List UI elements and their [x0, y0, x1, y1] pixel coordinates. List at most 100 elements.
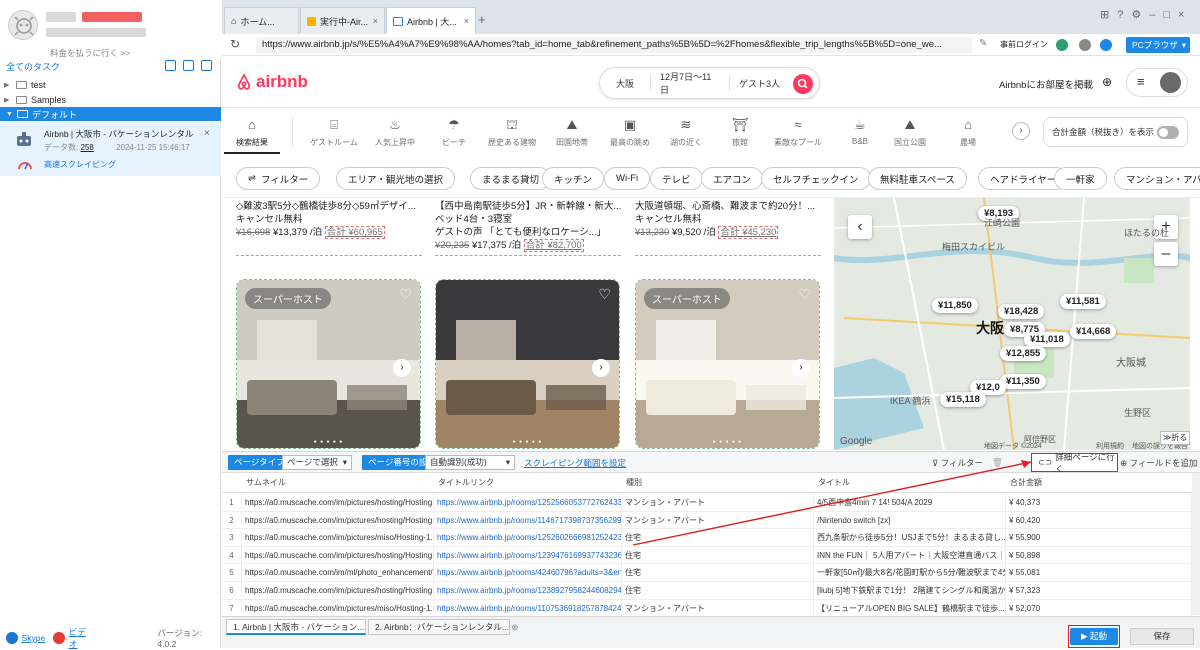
person-icon[interactable]	[1079, 39, 1091, 51]
filter-chip[interactable]: エアコン	[701, 167, 764, 190]
price-pin[interactable]: ¥11,581	[1060, 294, 1106, 309]
toggle-switch[interactable]	[1157, 126, 1179, 139]
column-header[interactable]: 合計金額	[1006, 473, 1192, 493]
new-tab-icon[interactable]: +	[478, 12, 486, 27]
price-pin[interactable]: ¥14,668	[1070, 324, 1117, 339]
price-pin[interactable]: ¥11,350	[1000, 374, 1046, 389]
table-cell[interactable]: https://a0.muscache.com/im/pictures/host…	[242, 546, 434, 564]
airbnb-logo[interactable]: airbnb	[236, 72, 308, 92]
total-price[interactable]: 合計 ¥60,965	[324, 226, 385, 239]
user-menu-button[interactable]: ≡	[1126, 68, 1188, 97]
scrape-range-link[interactable]: スクレイピング範囲を設定	[524, 457, 626, 469]
search-icon[interactable]	[793, 74, 813, 94]
table-cell[interactable]: 住宅	[622, 546, 814, 564]
category-5[interactable]: ⛰ 田園地帯	[544, 117, 600, 148]
map-label[interactable]: 地図データ ©2024	[984, 441, 1042, 450]
address-input[interactable]: https://www.airbnb.jp/s/%E5%A4%A7%E9%98%…	[256, 37, 972, 53]
column-header[interactable]: タイトル	[814, 473, 1006, 493]
scrollbar[interactable]	[1192, 473, 1200, 615]
heart-icon[interactable]: ♡	[598, 286, 611, 303]
page-tab-1[interactable]: 1. Airbnb | 大阪市 - バケーション...	[226, 619, 366, 635]
column-header[interactable]: 種別	[622, 473, 814, 493]
pc-browser-select[interactable]: PCブラウザ ▾	[1126, 37, 1190, 53]
filter-chip[interactable]: セルフチェックイン	[761, 167, 871, 190]
column-header[interactable]: サムネイル	[242, 473, 434, 493]
map[interactable]: ‹ + – ¥8,193 ¥11,850 ¥18,428 ¥11,581 ¥8,775 ¥…	[834, 198, 1190, 450]
close-window-icon[interactable]: ×	[1178, 9, 1192, 21]
category-1[interactable]: ⌸ ゲストルーム	[306, 117, 362, 148]
table-cell[interactable]: マンション・アパート	[622, 599, 814, 617]
price-pin[interactable]: ¥11,850	[932, 298, 978, 313]
listing-photo-card[interactable]: スーパーホスト ♡ › ● ● ● ● ●	[635, 279, 820, 449]
category-12[interactable]: ⌂ 農場	[940, 117, 996, 148]
listing-card-info[interactable]: 大阪道頓堀、心斎橋、難波まで約20分！... キャンセル無料 ¥13,230 ¥9,…	[635, 200, 821, 256]
listing-photo-card[interactable]: ♡ › ● ● ● ● ●	[435, 279, 620, 449]
price-pin[interactable]: ¥18,428	[998, 304, 1045, 319]
avatar[interactable]	[8, 10, 38, 40]
video-link[interactable]: ビデオ	[69, 626, 94, 650]
table-cell[interactable]: 住宅	[622, 529, 814, 547]
search-when[interactable]: 12月7日〜11日	[651, 70, 729, 96]
table-cell[interactable]: 4/5西中島4min 7 14! 504/A 2029	[814, 494, 1006, 511]
new-task-icon[interactable]	[183, 60, 194, 71]
table-cell[interactable]: https://www.airbnb.jp/rooms/123892795824…	[434, 582, 622, 599]
filter-chip[interactable]: まるまる貸切	[470, 167, 552, 190]
category-3[interactable]: ☂ ビーチ	[426, 117, 482, 148]
filter-chip[interactable]: Wi-Fi	[604, 167, 651, 190]
table-cell[interactable]: https://a0.muscache.com/im/pictures/host…	[242, 494, 434, 511]
grid-icon[interactable]: ⊞	[1100, 9, 1117, 21]
filter-chip[interactable]: マンション・アパ	[1114, 167, 1200, 190]
profile-icon[interactable]	[1100, 39, 1112, 51]
close-icon[interactable]: ×	[204, 128, 210, 139]
close-icon[interactable]: ×	[373, 16, 378, 26]
total-price[interactable]: 合計 ¥45,230	[718, 226, 779, 239]
filter-tool[interactable]: ⊽ フィルター	[932, 457, 983, 469]
table-cell[interactable]: 住宅	[622, 582, 814, 599]
table-row[interactable]: 1 https://a0.muscache.com/im/pictures/hos…	[222, 494, 1192, 512]
data-count[interactable]: 258	[80, 143, 93, 152]
search-bar[interactable]: 大阪 12月7日〜11日 ゲスト3人	[599, 67, 820, 99]
filter-chip[interactable]: 一軒家	[1054, 167, 1107, 190]
table-row[interactable]: 3 https://a0.muscache.com/im/pictures/mis…	[222, 529, 1192, 547]
globe-icon[interactable]: ⊕	[1102, 75, 1112, 89]
table-cell[interactable]: 西九条駅から徒歩5分！USJまで5分！まるまる貸し...	[814, 529, 1006, 547]
table-cell[interactable]: /Nintendo switch [zx]	[814, 511, 1006, 529]
table-cell[interactable]: ¥ 50,898	[1006, 546, 1192, 564]
category-10[interactable]: ☕ B&B	[832, 117, 888, 146]
total-price-toggle[interactable]: 合計金額（税抜き）を表示	[1043, 117, 1188, 147]
table-cell[interactable]: ¥ 60,420	[1006, 511, 1192, 529]
extension-icon[interactable]	[1056, 39, 1068, 51]
heart-icon[interactable]: ♡	[399, 286, 412, 303]
page-number-select[interactable]: 自動識別(成功) ▾	[425, 455, 515, 470]
tree-item-default[interactable]: ▼ デフォルト	[0, 107, 221, 121]
table-row[interactable]: 2 https://a0.muscache.com/im/pictures/hos…	[222, 511, 1192, 530]
reload-icon[interactable]: ↻	[230, 37, 240, 51]
settings-icon[interactable]: ⚙	[1131, 9, 1149, 21]
category-8[interactable]: ⛩ 旅館	[712, 117, 768, 148]
new-folder-icon[interactable]	[201, 60, 212, 71]
listing-photo-card[interactable]: スーパーホスト ♡ › ● ● ● ● ●	[236, 279, 421, 449]
table-cell[interactable]: ¥ 55,081	[1006, 564, 1192, 582]
save-button[interactable]: 保存	[1130, 628, 1194, 645]
next-photo-button[interactable]: ›	[592, 359, 610, 377]
price-pin[interactable]: ¥12,855	[1000, 346, 1047, 361]
filter-button[interactable]: ⇌ フィルター	[236, 167, 321, 190]
area-select-chip[interactable]: エリア・観光地の選択	[336, 167, 456, 190]
category-2[interactable]: ♨ 人気上昇中	[367, 117, 423, 148]
table-cell[interactable]: https://a0.muscache.com/im/pictures/miso…	[242, 529, 434, 547]
tree-item-test[interactable]: ▶ test	[4, 77, 46, 92]
table-cell[interactable]: https://www.airbnb.jp/rooms/125256605377…	[434, 494, 622, 511]
add-field-button[interactable]: ⊕ フィールドを追加	[1120, 457, 1197, 469]
map-label[interactable]: 利用規約	[1096, 441, 1124, 450]
category-7[interactable]: ≋ 湖の近く	[658, 117, 714, 148]
table-cell[interactable]: https://www.airbnb.jp/rooms/42460796?adu…	[434, 564, 622, 582]
price-pin[interactable]: ¥11,018	[1024, 332, 1070, 347]
table-cell[interactable]: ¥ 55,900	[1006, 529, 1192, 547]
close-icon[interactable]: ⊗	[511, 622, 518, 632]
minimize-icon[interactable]: –	[1149, 9, 1163, 21]
filter-chip[interactable]: 無料駐車スペース	[868, 167, 967, 190]
total-price[interactable]: 合計 ¥82,700	[523, 239, 584, 252]
host-link[interactable]: Airbnbにお部屋を掲載	[999, 77, 1093, 91]
search-where[interactable]: 大阪	[600, 77, 650, 90]
page-type-select[interactable]: ページで選択 ▾	[282, 455, 352, 470]
